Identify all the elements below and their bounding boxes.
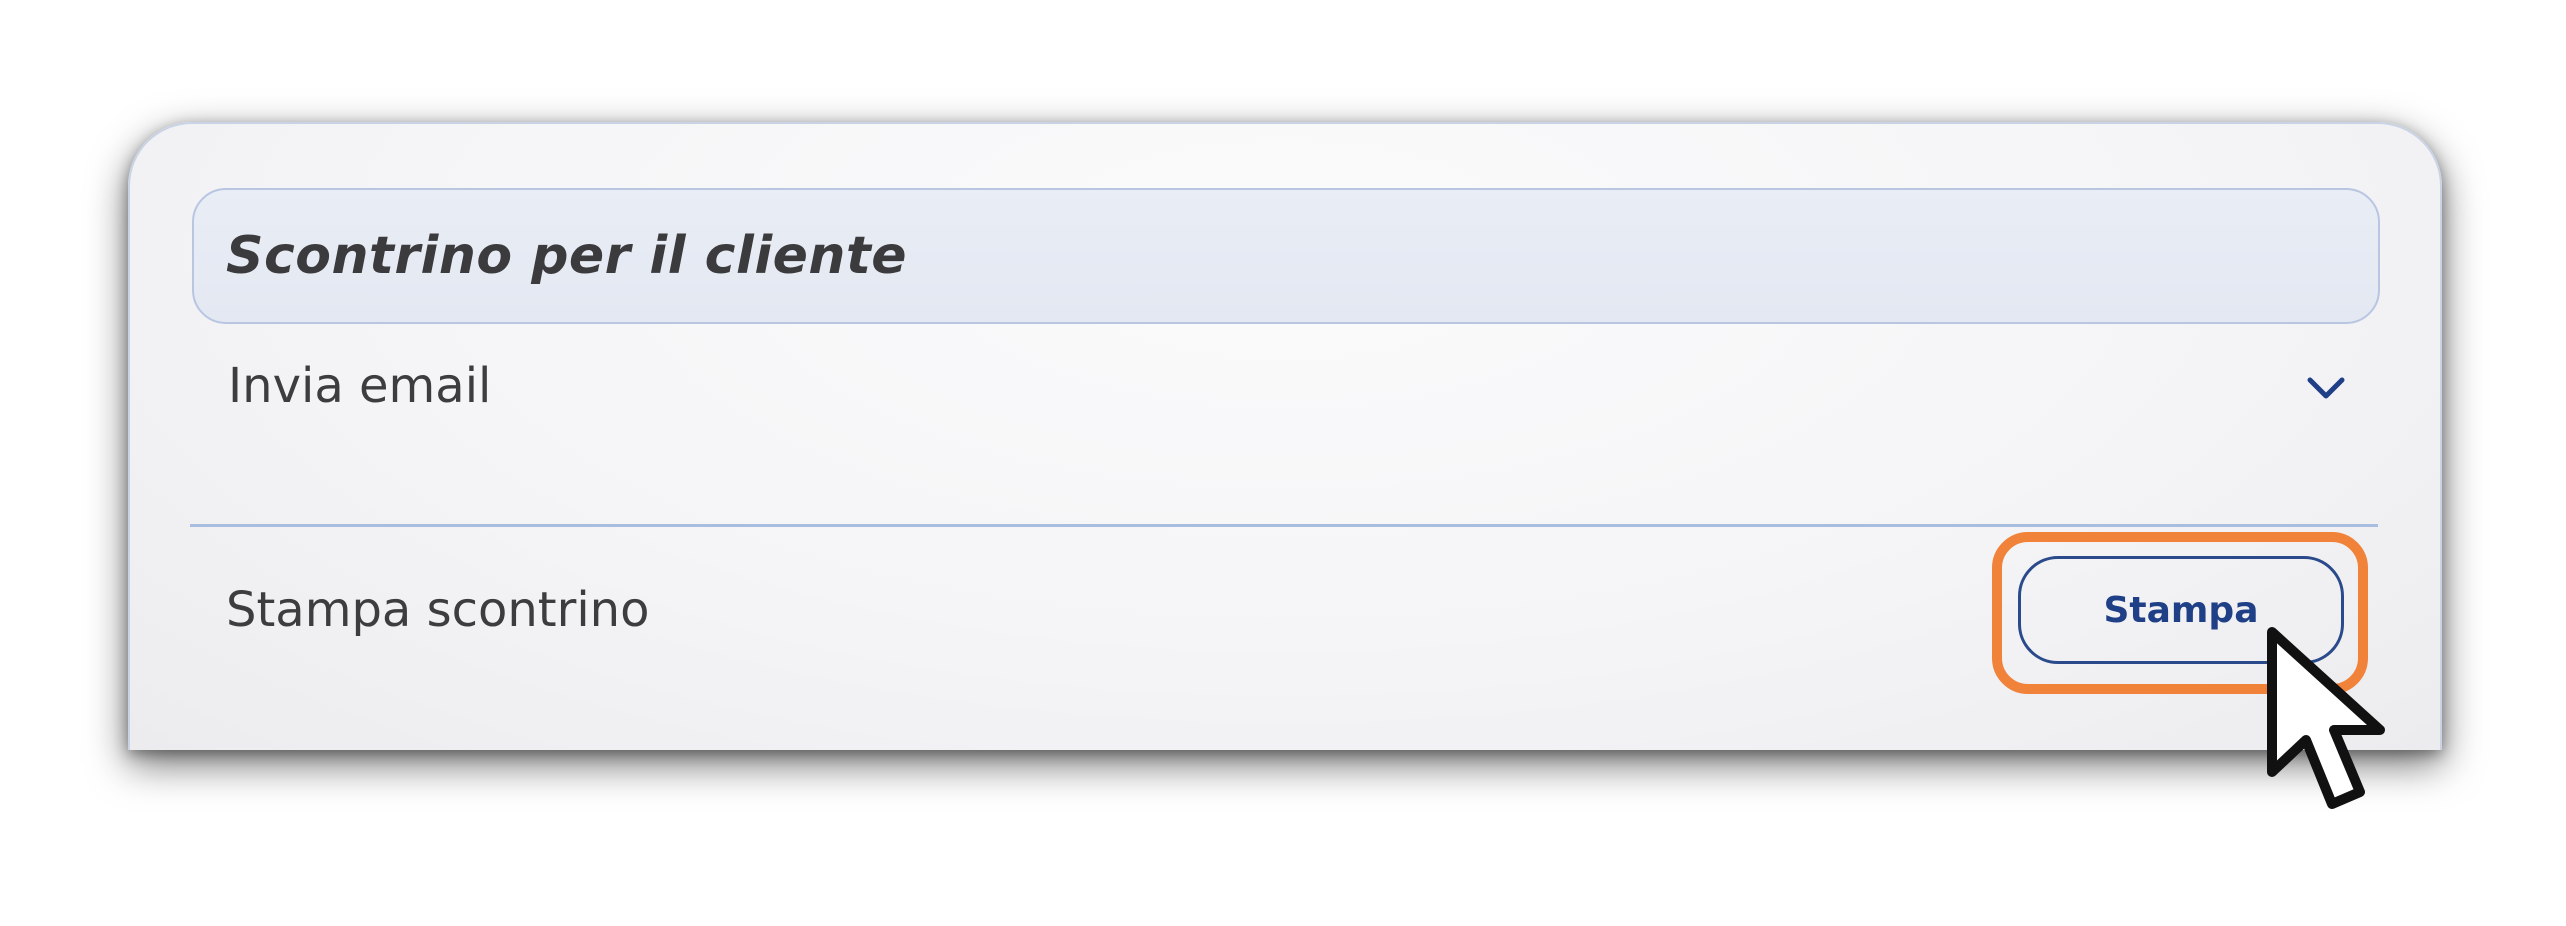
send-email-label: Invia email [228,358,492,414]
panel-title: Scontrino per il cliente [226,226,908,286]
screenshot-stage: Scontrino per il cliente Invia email Sta… [0,0,2566,926]
print-receipt-label: Stampa scontrino [226,582,650,638]
mouse-pointer-icon [2267,627,2385,809]
panel-header: Scontrino per il cliente [192,188,2380,324]
chevron-down-icon[interactable] [2302,364,2350,412]
row-divider [190,524,2378,527]
send-email-row[interactable]: Invia email [192,324,2380,448]
